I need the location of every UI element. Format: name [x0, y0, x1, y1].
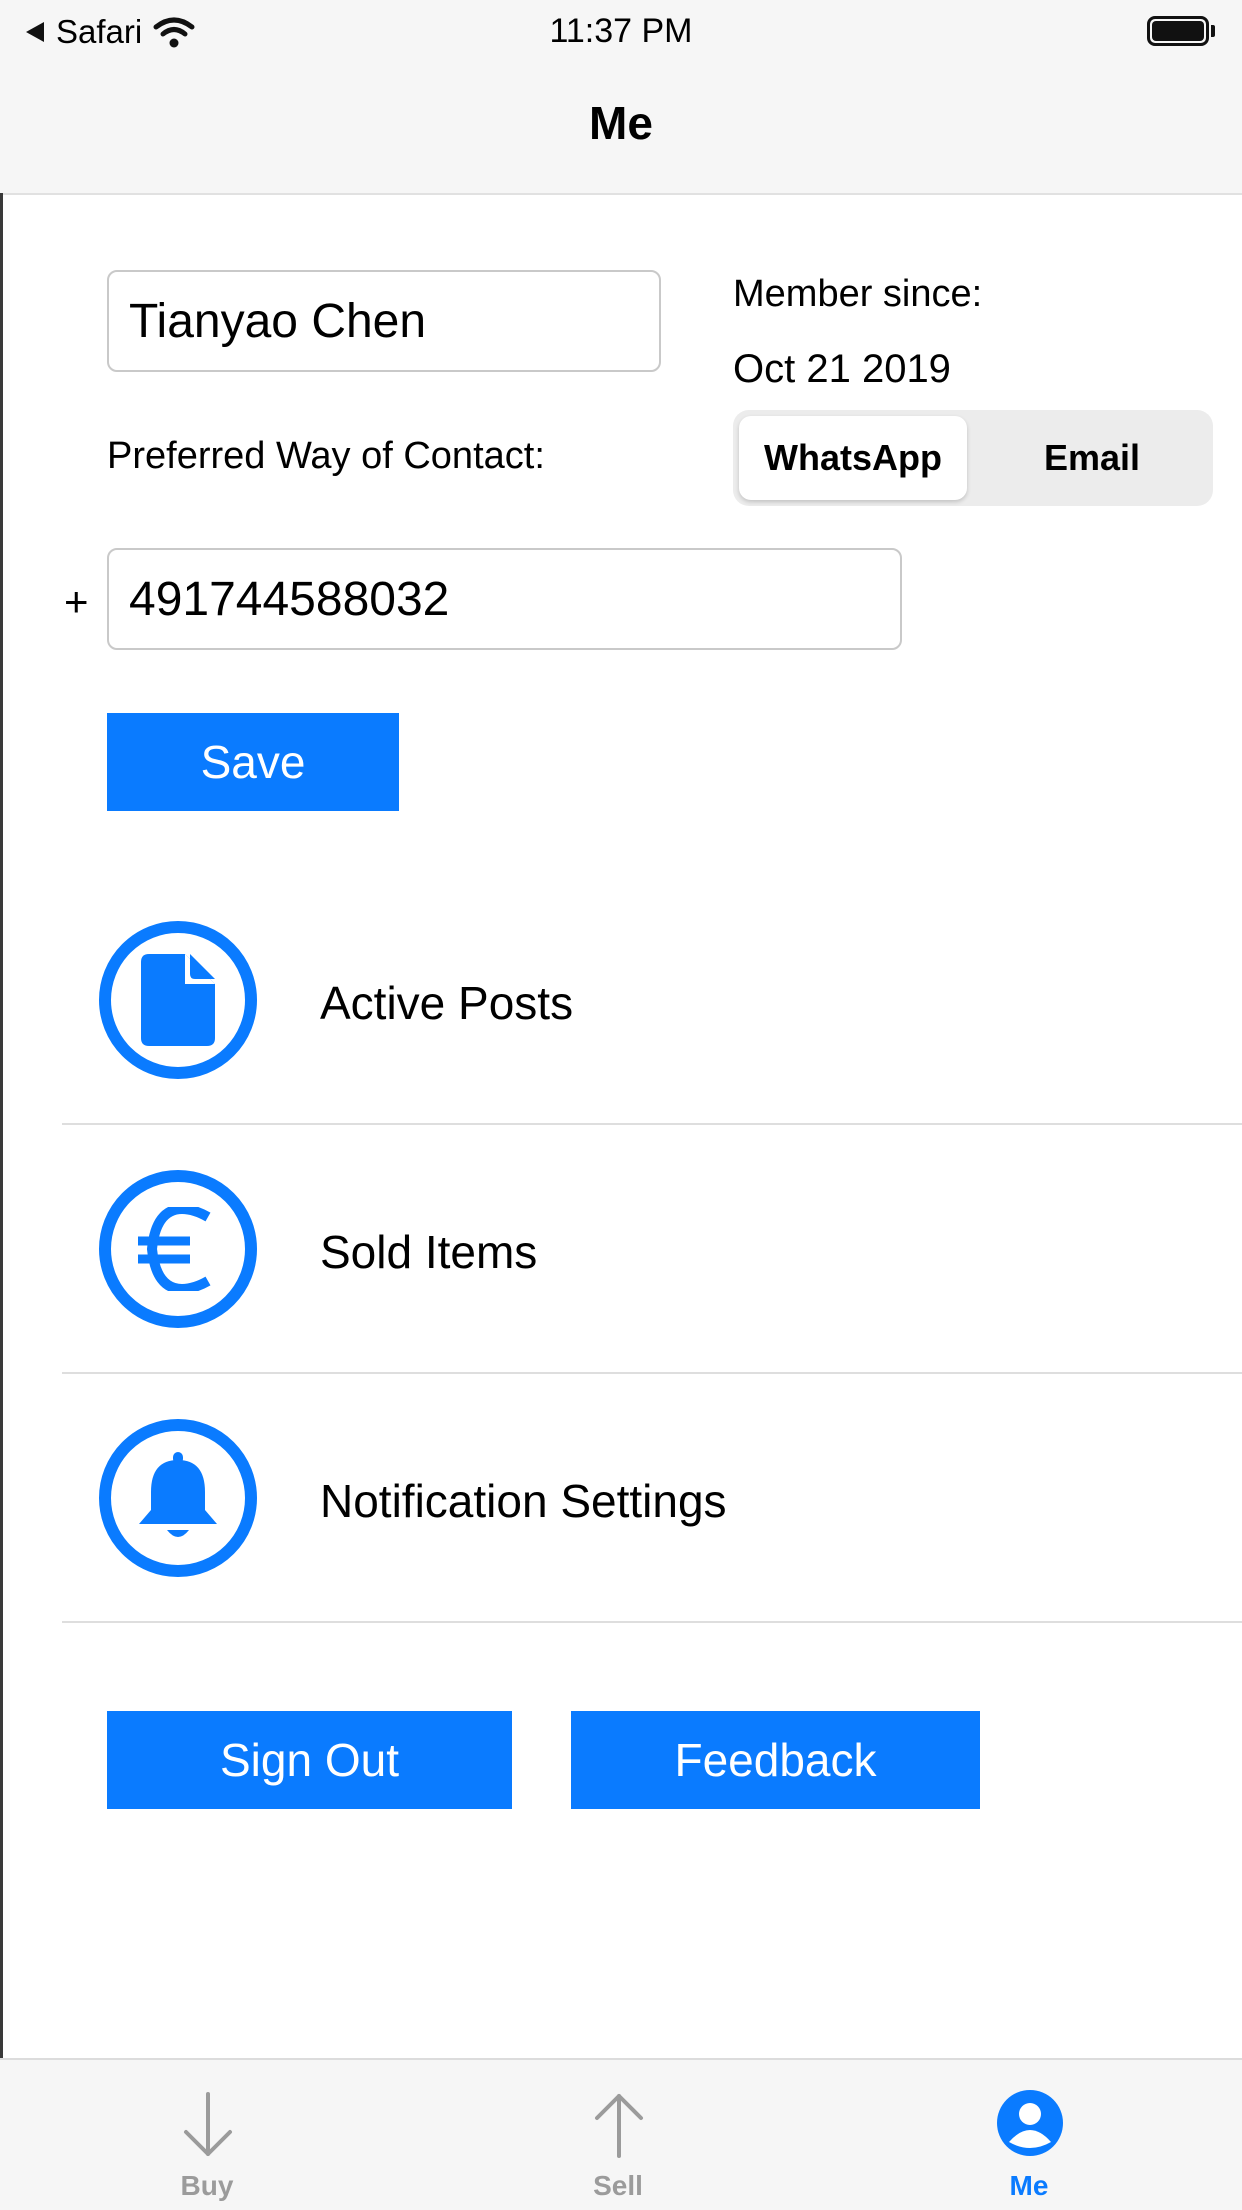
member-since-date: Oct 21 2019: [733, 347, 951, 391]
bell-icon: [99, 1419, 257, 1577]
menu-item-label: Sold Items: [320, 1226, 538, 1278]
page-title: Me: [589, 97, 653, 149]
tab-label: Sell: [593, 2170, 643, 2201]
phone-prefix: +: [64, 578, 89, 625]
status-time: 11:37 PM: [549, 12, 693, 50]
tab-label: Me: [1009, 2170, 1049, 2201]
tab-sell[interactable]: Sell: [518, 2060, 718, 2210]
tab-buy[interactable]: Buy: [107, 2060, 307, 2210]
phone-number-field[interactable]: 491744588032: [107, 548, 902, 650]
sign-out-button[interactable]: Sign Out: [107, 1711, 512, 1809]
tab-label: Buy: [180, 2170, 234, 2201]
menu-item-active-posts[interactable]: Active Posts: [62, 876, 1242, 1125]
battery-tip: [1211, 25, 1215, 37]
person-icon: [997, 2090, 1063, 2156]
document-icon: [99, 921, 257, 1079]
contact-method-label: Preferred Way of Contact:: [107, 435, 545, 477]
frame-edge: [0, 193, 3, 2058]
menu-item-label: Notification Settings: [320, 1475, 727, 1527]
segment-whatsapp[interactable]: WhatsApp: [739, 416, 967, 500]
arrow-up-icon: [595, 2094, 643, 2158]
menu-item-label: Active Posts: [320, 977, 574, 1029]
tab-me[interactable]: Me: [929, 2060, 1129, 2210]
menu-item-notification-settings[interactable]: Notification Settings: [62, 1374, 1242, 1623]
menu-item-sold-items[interactable]: Sold Items: [62, 1125, 1242, 1374]
member-since-label: Member since:: [733, 273, 983, 315]
contact-method-segmented-control[interactable]: WhatsApp Email: [733, 410, 1213, 506]
euro-icon: [99, 1170, 257, 1328]
name-field[interactable]: Tianyao Chen: [107, 270, 661, 372]
segment-email[interactable]: Email: [977, 416, 1207, 500]
save-button[interactable]: Save: [107, 713, 399, 811]
battery-level: [1152, 21, 1204, 41]
tab-bar: Buy Sell Me: [0, 2058, 1242, 2210]
arrow-down-icon: [184, 2092, 232, 2156]
feedback-button[interactable]: Feedback: [571, 1711, 980, 1809]
